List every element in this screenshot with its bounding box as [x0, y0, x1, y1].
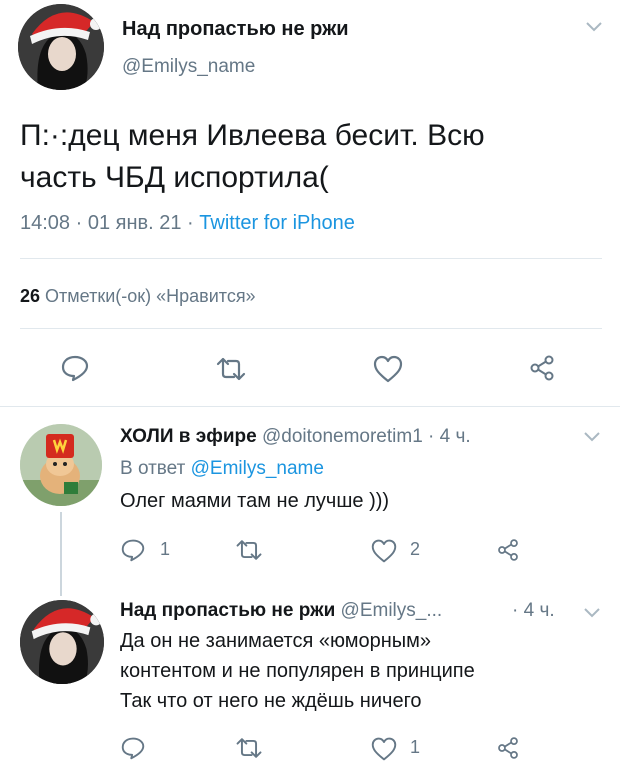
retweet-icon[interactable] — [234, 538, 264, 562]
reply-count: 1 — [160, 539, 171, 559]
share-icon[interactable] — [528, 354, 556, 382]
reply-text-line-2: контентом и не популярен в принципе — [120, 660, 475, 682]
retweet-icon[interactable] — [234, 736, 264, 760]
reply-text: Олег маями там не лучше ))) — [120, 490, 390, 512]
author-name[interactable]: ХОЛИ в эфире — [120, 426, 257, 447]
heart-icon[interactable] — [372, 354, 404, 384]
author-name[interactable]: Над пропастью не ржи — [122, 18, 349, 41]
likes-label: Отметки(-ок) «Нравится» — [45, 286, 256, 306]
author-handle[interactable]: @Emilys_... — [341, 600, 443, 621]
tweet-text-line-2: часть ЧБД испортила( — [20, 161, 329, 194]
author-name[interactable]: Над пропастью не ржи — [120, 600, 335, 621]
reply-icon[interactable] — [120, 538, 146, 562]
avatar[interactable] — [20, 424, 102, 506]
author-handle[interactable]: @Emilys_name — [122, 56, 255, 78]
reply-text-line-3: Так что от него не ждёшь ничего — [120, 690, 422, 712]
reply-icon[interactable] — [60, 354, 90, 382]
share-icon[interactable] — [496, 538, 520, 562]
reply-to-link[interactable]: @Emilys_name — [191, 458, 324, 479]
like-count: 1 — [410, 737, 421, 757]
chevron-down-icon[interactable] — [584, 608, 600, 618]
reply-icon[interactable] — [120, 736, 146, 760]
like-count: 2 — [410, 539, 421, 559]
avatar[interactable] — [20, 600, 104, 684]
thread-line — [60, 512, 62, 596]
chevron-down-icon[interactable] — [586, 22, 602, 32]
tweet-client-link[interactable]: Twitter for iPhone — [199, 212, 355, 234]
likes-summary[interactable]: 26 Отметки(-ок) «Нравится» — [20, 286, 256, 307]
avatar[interactable] — [18, 4, 104, 90]
tweet-timestamp[interactable]: 14:08 · 01 янв. 21 · — [20, 212, 199, 234]
tweet-text-line-1: П:·:дец меня Ивлеева бесит. Всю — [20, 119, 485, 152]
reply-text-line-1: Да он не занимается «юморным» — [120, 630, 432, 652]
reply-to-label: В ответ — [120, 458, 191, 479]
author-handle[interactable]: @doitonemoretim1 · 4 ч. — [262, 426, 471, 447]
heart-icon[interactable] — [370, 538, 398, 564]
heart-icon[interactable] — [370, 736, 398, 762]
likes-count: 26 — [20, 286, 41, 306]
tweet-timestamp[interactable]: · 4 ч. — [512, 600, 555, 622]
divider — [20, 258, 602, 259]
section-divider — [0, 406, 620, 407]
chevron-down-icon[interactable] — [584, 432, 600, 442]
retweet-icon[interactable] — [214, 356, 248, 382]
divider — [20, 328, 602, 329]
share-icon[interactable] — [496, 736, 520, 760]
